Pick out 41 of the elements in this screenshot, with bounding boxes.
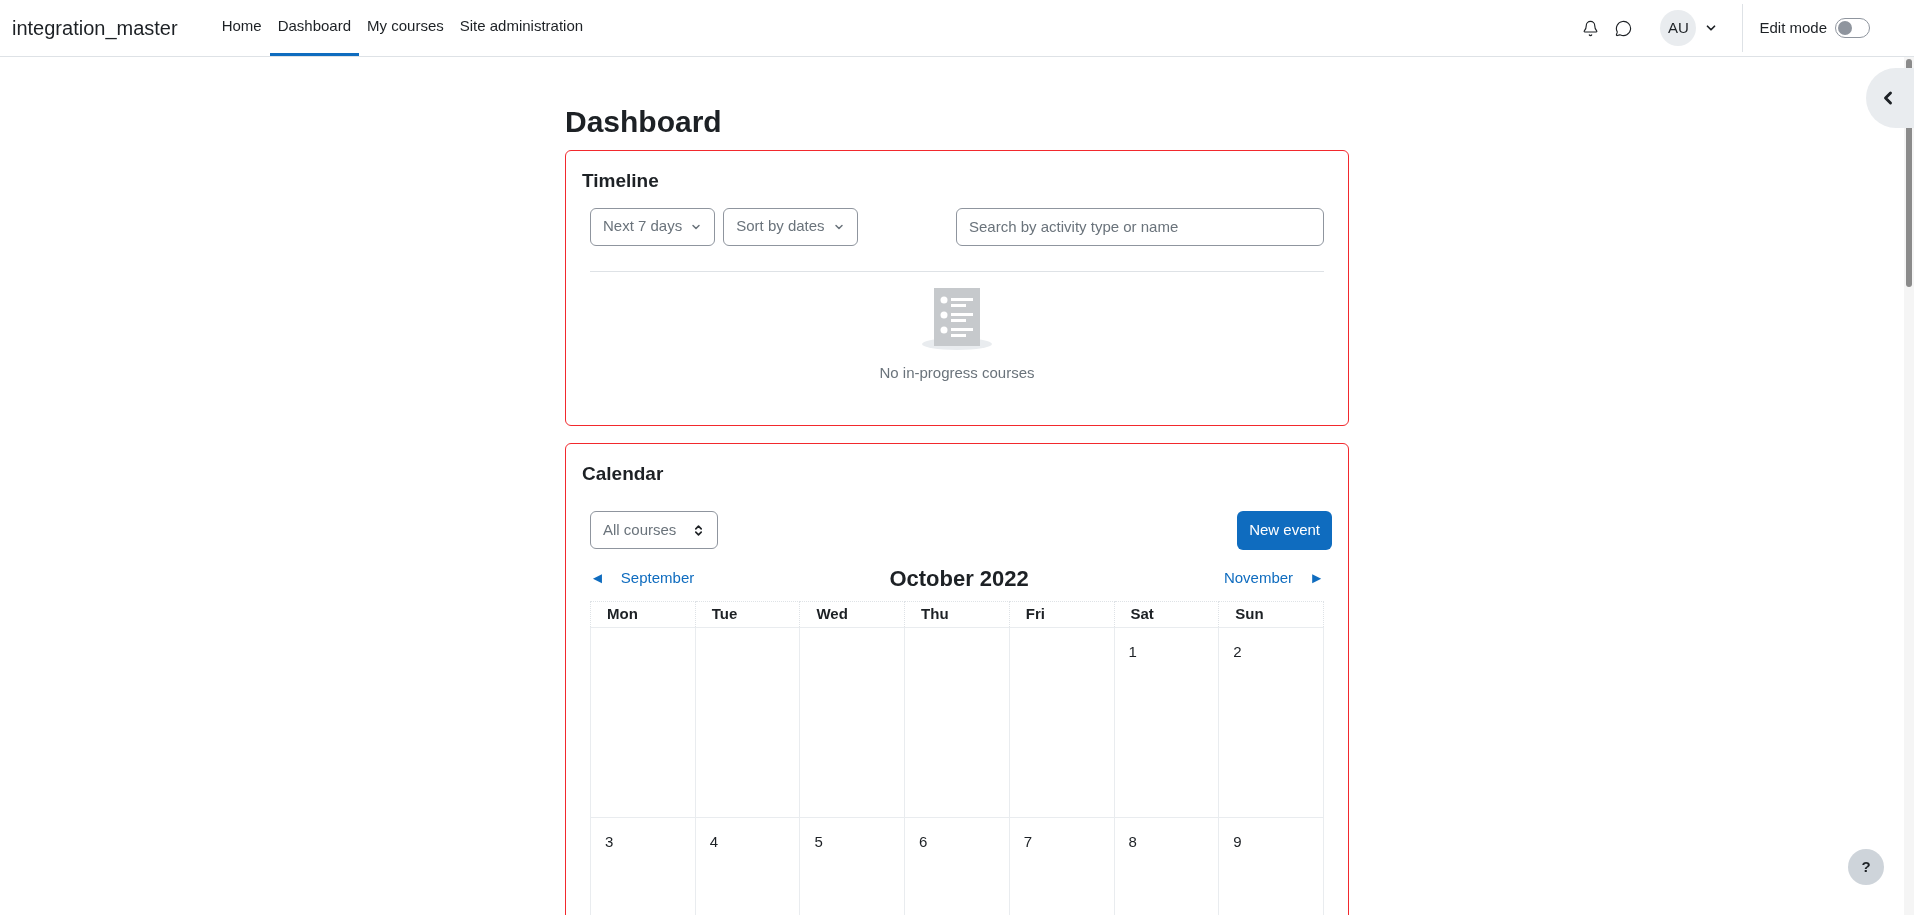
nav-link[interactable]: My courses (359, 0, 452, 56)
weekday-header: Thu (904, 601, 1010, 627)
empty-list-icon (921, 287, 993, 350)
new-event-button[interactable]: New event (1237, 510, 1332, 550)
nav-link[interactable]: Dashboard (269, 0, 360, 56)
filter-dropdown[interactable]: Next 7 days (590, 207, 716, 246)
site-name[interactable]: integration_master (12, 13, 178, 43)
empty-message: No in-progress courses (879, 362, 1035, 383)
user-avatar[interactable]: AU (1660, 10, 1697, 46)
weekday-header: Sun (1218, 601, 1324, 627)
card-title: Calendar (582, 462, 665, 486)
day-number[interactable]: 2 (1233, 642, 1242, 660)
weekday-header: Sat (1114, 601, 1219, 627)
page-title: Dashboard (565, 104, 723, 140)
search-field[interactable]: Search by activity type or name (956, 207, 1324, 246)
help-button[interactable]: ? (1848, 849, 1884, 885)
day-number[interactable]: 9 (1233, 832, 1242, 850)
nav-link[interactable]: Home (213, 0, 270, 56)
day-number[interactable]: 6 (919, 832, 928, 850)
day-number[interactable]: 5 (814, 832, 823, 850)
edit-mode-label: Edit mode (1759, 17, 1827, 38)
weekday-header: Tue (695, 601, 800, 627)
nav-link[interactable]: Site administration (451, 0, 592, 56)
day-number[interactable]: 4 (709, 832, 719, 850)
weekday-header: Fri (1009, 601, 1114, 627)
drawer-toggle-button[interactable] (1866, 68, 1914, 128)
day-number[interactable]: 1 (1128, 642, 1137, 660)
previous-month-link[interactable]: ◄ September (590, 566, 695, 590)
day-number[interactable]: 7 (1023, 832, 1033, 850)
day-number[interactable]: 3 (605, 832, 614, 850)
notification-bell-icon[interactable] (1582, 19, 1600, 37)
month-title: October 2022 (889, 564, 1029, 593)
next-month-link[interactable]: November ► (1223, 566, 1324, 590)
card-title: Timeline (582, 169, 660, 193)
day-number[interactable]: 8 (1128, 832, 1137, 850)
edit-mode-toggle[interactable] (1835, 18, 1870, 38)
message-icon[interactable] (1615, 19, 1633, 37)
filter-dropdown[interactable]: Sort by dates (723, 207, 858, 246)
course-select[interactable]: All courses (590, 511, 719, 549)
weekday-header: Mon (590, 601, 696, 627)
weekday-header: Wed (799, 601, 905, 627)
